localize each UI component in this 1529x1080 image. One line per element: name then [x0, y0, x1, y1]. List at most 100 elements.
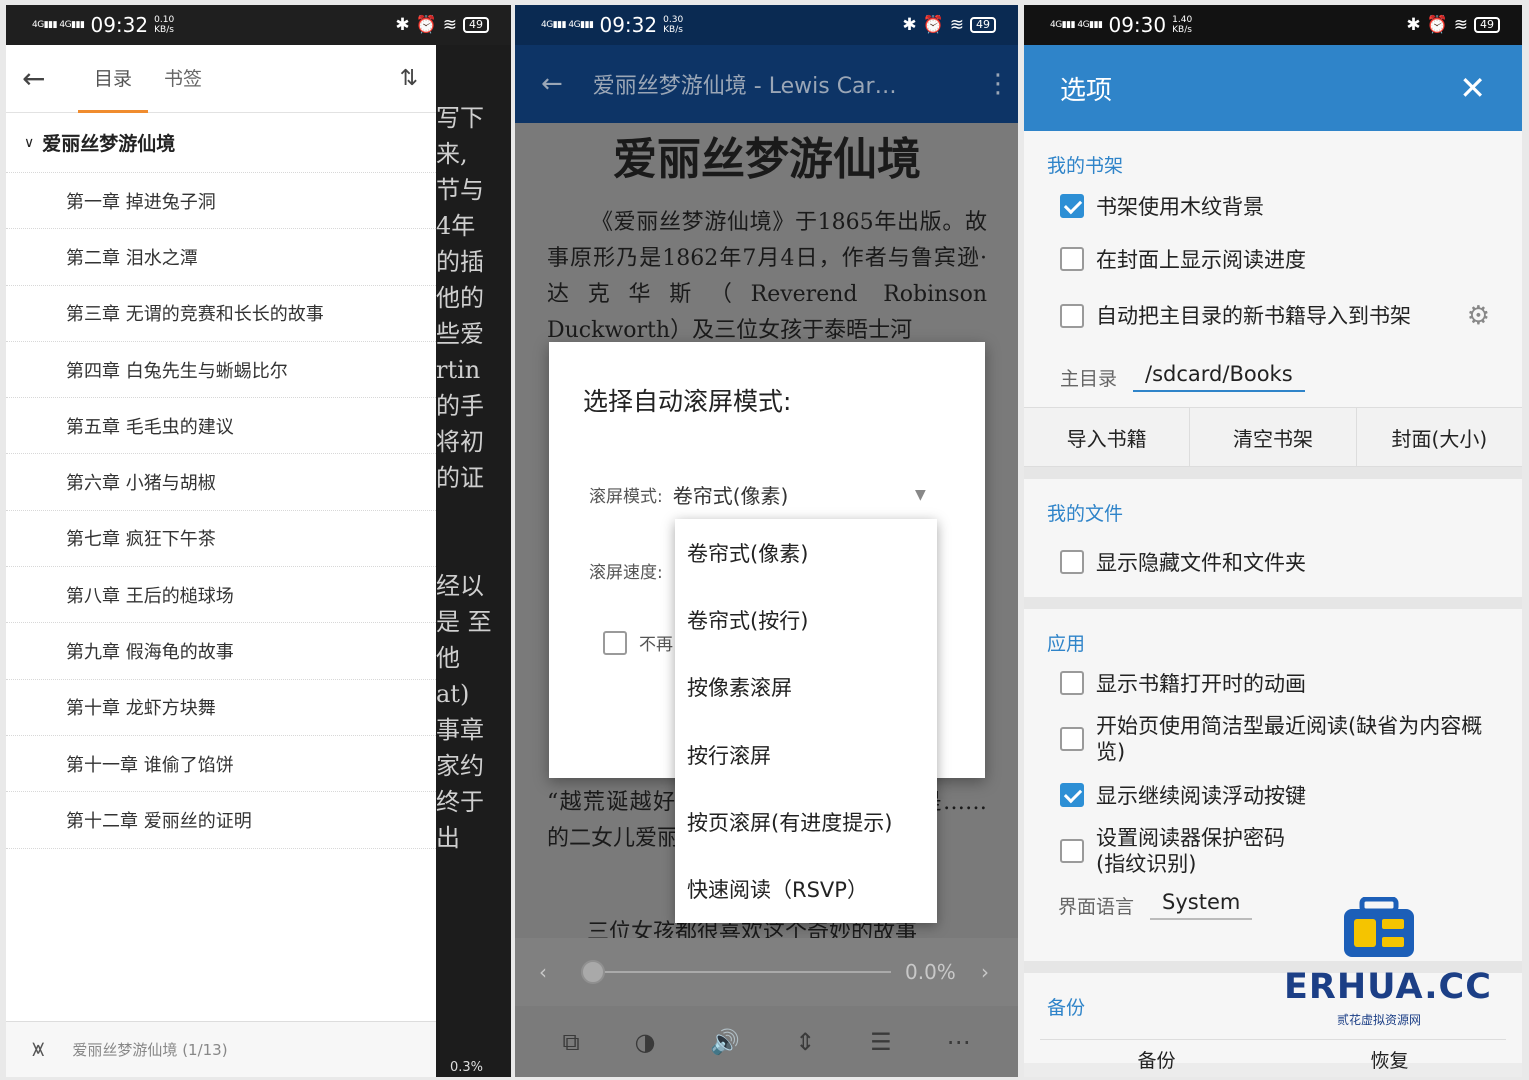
language-label: 界面语言	[1058, 895, 1135, 918]
signal-icon: 4G▮▮▮ 4G▮▮▮	[541, 19, 594, 30]
scroll-speed-row: 滚屏速度:	[589, 558, 663, 583]
scroll-mode-row[interactable]: 滚屏模式: 卷帘式(像素) ▼	[589, 480, 949, 509]
background-text-fragment: 经以	[436, 572, 484, 600]
checkbox[interactable]	[1060, 671, 1084, 695]
seek-track[interactable]	[591, 971, 891, 973]
section-title: 应用	[1047, 633, 1086, 655]
collapse-icon[interactable]: ⩙	[32, 1037, 44, 1062]
option-anim[interactable]: 显示书籍打开时的动画	[1024, 657, 1522, 709]
toc-chapter-item[interactable]: 第十二章 爱丽丝的证明	[6, 792, 436, 849]
bluetooth-icon: ✱	[1406, 15, 1421, 35]
toc-footer: ⩙ 爱丽丝梦游仙境 (1/13)	[6, 1021, 436, 1077]
close-icon[interactable]: ✕	[1459, 69, 1486, 107]
toc-chapter-item[interactable]: 第三章 无谓的竞赛和长长的故事	[6, 286, 436, 342]
scroll-mode-option[interactable]: 快速阅读（RSVP）	[675, 855, 937, 922]
back-arrow-icon[interactable]: ←	[22, 62, 62, 95]
options-header: 选项 ✕	[1024, 45, 1522, 131]
reader-bottom-toolbar: ⧉ ◑ 🔊 ⇕ ☰ ⋯	[515, 1006, 1018, 1077]
phone-toc: 4G▮▮▮ 4G▮▮▮ 09:32 0.10 KB/s ✱ ⏰ ≋ 49 写下来…	[6, 5, 511, 1077]
section-title: 我的文件	[1047, 503, 1124, 525]
import-books-button[interactable]: 导入书籍	[1024, 408, 1191, 466]
divider	[1024, 467, 1522, 479]
tab-bookmarks[interactable]: 书签	[164, 45, 202, 113]
option-shelf-import[interactable]: 自动把主目录的新书籍导入到书架 ⚙	[1024, 285, 1522, 347]
language-select[interactable]: System	[1150, 890, 1253, 920]
option-shelf-wood[interactable]: 书架使用木纹背景	[1024, 179, 1522, 233]
gear-icon[interactable]: ⚙	[1467, 301, 1490, 331]
background-text-fragment	[436, 532, 511, 568]
more-vert-icon[interactable]: ⋮	[978, 69, 1018, 99]
more-horiz-icon[interactable]: ⋯	[947, 1028, 971, 1056]
sort-icon[interactable]: ⇅	[400, 66, 418, 91]
option-label: 自动把主目录的新书籍导入到书架	[1096, 304, 1411, 328]
scroll-mode-option[interactable]: 按行滚屏	[675, 721, 937, 788]
toc-chapter-item[interactable]: 第一章 掉进兔子洞	[6, 173, 436, 230]
scroll-mode-option[interactable]: 卷帘式(按行)	[675, 586, 937, 653]
bluetooth-icon: ✱	[902, 15, 917, 35]
signal-icon: 4G▮▮▮ 4G▮▮▮	[1050, 19, 1103, 30]
back-arrow-icon[interactable]: ←	[541, 69, 563, 99]
seek-knob[interactable]	[581, 960, 605, 984]
dont-show-row[interactable]: 不再	[603, 630, 673, 655]
background-text-fragment: 是 至	[436, 608, 492, 636]
scroll-speed-label: 滚屏速度:	[589, 563, 663, 583]
option-float-button[interactable]: 显示继续阅读浮动按键	[1024, 769, 1522, 821]
progress-percent: 0.0%	[905, 960, 956, 984]
options-title: 选项	[1060, 75, 1113, 106]
scroll-mode-option[interactable]: 按像素滚屏	[675, 654, 937, 721]
scroll-mode-option[interactable]: 按页滚屏(有进度提示)	[675, 788, 937, 855]
backup-button[interactable]: 备份	[1040, 1039, 1273, 1072]
dont-show-checkbox[interactable]	[603, 630, 627, 655]
section-shelf: 我的书架 书架使用木纹背景 在封面上显示阅读进度 自动把主目录的新书籍导入到书架…	[1024, 131, 1522, 467]
toc-chapter-item[interactable]: 第七章 疯狂下午茶	[6, 511, 436, 568]
tab-contents[interactable]: 目录	[77, 45, 149, 113]
status-icons: ✱ ⏰ ≋ 49	[1406, 15, 1500, 35]
checkbox[interactable]	[1060, 304, 1084, 328]
toc-chapter-item[interactable]: 第二章 泪水之潭	[6, 229, 436, 286]
chevron-left-icon[interactable]: ‹	[539, 960, 547, 984]
dropdown-caret-icon[interactable]: ▼	[915, 487, 926, 503]
option-password[interactable]: 设置阅读器保护密码(指纹识别)	[1024, 821, 1522, 881]
section-files: 我的文件 显示隐藏文件和文件夹	[1024, 479, 1522, 597]
chevron-right-icon[interactable]: ›	[981, 960, 989, 984]
checkbox[interactable]	[1060, 783, 1084, 807]
autoscroll-icon[interactable]: ⇕	[795, 1028, 815, 1056]
option-shelf-progress[interactable]: 在封面上显示阅读进度	[1024, 233, 1522, 285]
home-dir-input[interactable]: /sdcard/Books	[1133, 362, 1305, 392]
checkbox[interactable]	[1060, 727, 1084, 751]
scroll-mode-value: 卷帘式(像素)	[672, 484, 789, 508]
toc-chapter-item[interactable]: 第十一章 谁偷了馅饼	[6, 736, 436, 793]
background-text-fragment: rtin	[436, 356, 481, 384]
alarm-icon: ⏰	[922, 15, 944, 35]
restore-button[interactable]: 恢复	[1273, 1039, 1506, 1072]
rotate-icon[interactable]: ⧉	[562, 1028, 579, 1056]
toc-chapter-item[interactable]: 第九章 假海龟的故事	[6, 623, 436, 680]
cover-size-button[interactable]: 封面(大小)	[1357, 408, 1522, 466]
checkbox[interactable]	[1060, 839, 1084, 863]
toc-drawer: ← 目录 书签 ⇅ ∨ 爱丽丝梦游仙境 第一章 掉进兔子洞 第二章 泪水之潭 第三章…	[6, 45, 436, 1077]
background-text-fragment: 写下	[436, 104, 484, 132]
phone-options: 4G▮▮▮ 4G▮▮▮ 09:30 1.40 KB/s ✱ ⏰ ≋ 49 选项 …	[1024, 5, 1522, 1077]
speaker-icon[interactable]: 🔊	[710, 1028, 740, 1056]
scroll-mode-option[interactable]: 卷帘式(像素)	[675, 519, 937, 586]
brightness-icon[interactable]: ◑	[634, 1028, 655, 1056]
checkbox[interactable]	[1060, 550, 1084, 574]
scroll-mode-label: 滚屏模式:	[589, 487, 663, 507]
toc-chapter-item[interactable]: 第四章 白兔先生与蜥蜴比尔	[6, 342, 436, 399]
status-time: 09:32	[90, 13, 149, 37]
status-speed: 1.40 KB/s	[1172, 15, 1193, 35]
toc-chapter-item[interactable]: 第十章 龙虾方块舞	[6, 680, 436, 736]
toc-chapter-item[interactable]: 第五章 毛毛虫的建议	[6, 398, 436, 455]
checkbox[interactable]	[1060, 247, 1084, 271]
status-bar: 4G▮▮▮ 4G▮▮▮ 09:30 1.40 KB/s ✱ ⏰ ≋ 49	[1024, 5, 1522, 45]
option-show-hidden[interactable]: 显示隐藏文件和文件夹	[1024, 527, 1522, 597]
toc-chapter-item[interactable]: 第八章 王后的槌球场	[6, 567, 436, 624]
toc-chapter-item[interactable]: 第六章 小猪与胡椒	[6, 454, 436, 511]
toc-root-item[interactable]: ∨ 爱丽丝梦游仙境	[6, 113, 436, 173]
list-icon[interactable]: ☰	[870, 1028, 892, 1056]
toc-list: 第一章 掉进兔子洞 第二章 泪水之潭 第三章 无谓的竞赛和长长的故事 第四章 白兔先生…	[6, 173, 436, 849]
clear-shelf-button[interactable]: 清空书架	[1190, 408, 1357, 466]
checkbox[interactable]	[1060, 194, 1084, 218]
option-simple-recent[interactable]: 开始页使用简洁型最近阅读(缺省为内容概览)	[1024, 709, 1522, 769]
option-label: 显示书籍打开时的动画	[1096, 672, 1306, 696]
